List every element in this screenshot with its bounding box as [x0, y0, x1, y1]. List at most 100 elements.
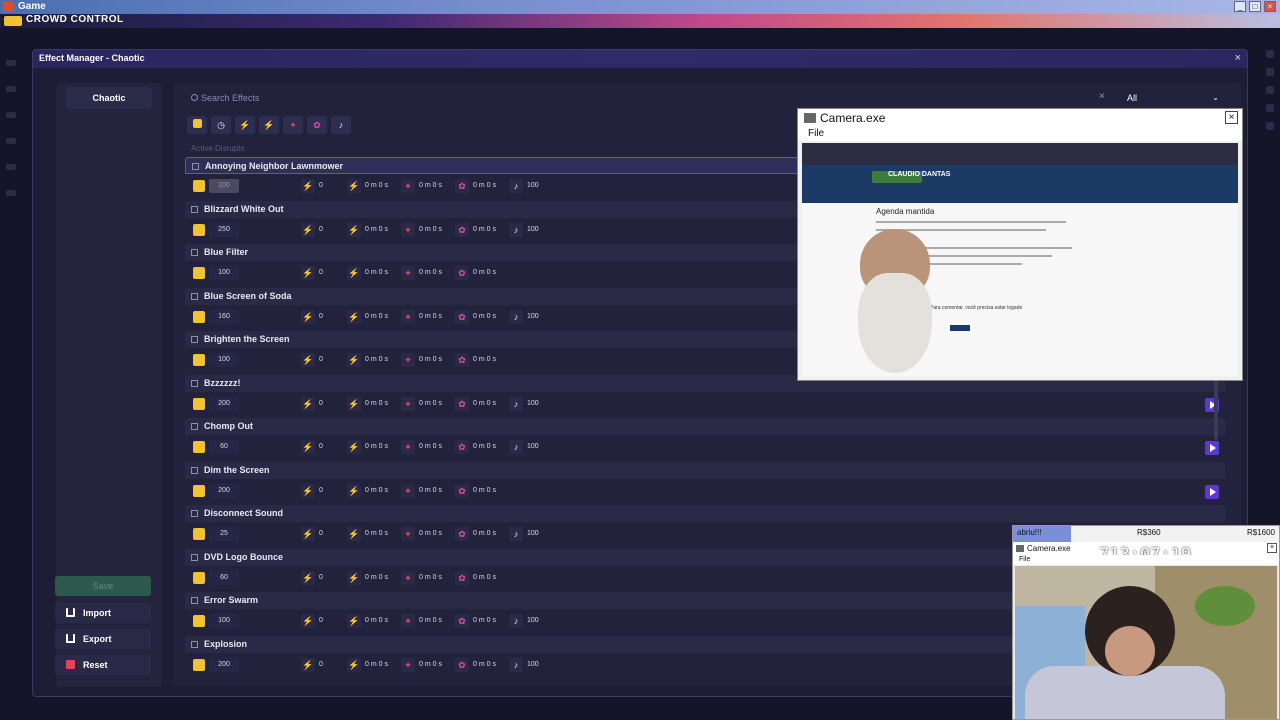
pink-value: 0 m 0 s [473, 356, 496, 363]
ticker-message: abriu!!! [1017, 528, 1042, 537]
effect-name: Disconnect Sound [204, 508, 284, 518]
red-value: 0 m 0 s [419, 182, 442, 189]
volume-filter-icon[interactable]: ♪ [331, 116, 351, 134]
pink-value: 0 m 0 s [473, 486, 496, 494]
file-menu[interactable]: File [1013, 555, 1279, 565]
export-button[interactable]: Export [55, 629, 151, 649]
effect-row[interactable]: Dim the Screen 200 ⚡ 0 ⚡ 0 m 0 s ✦ 0 m 0 s … [185, 461, 1225, 504]
browser-top [802, 143, 1238, 165]
cost-input[interactable]: 100 [209, 179, 239, 193]
search-input[interactable]: Search Effects [185, 89, 1115, 107]
cost-input[interactable]: 250 [209, 222, 239, 237]
cooldown-value: 0 m 0 s [365, 225, 388, 233]
tab-chaotic[interactable]: Chaotic [66, 87, 152, 109]
lightning-icon: ⚡ [301, 222, 315, 237]
strip-icon[interactable] [1266, 122, 1274, 130]
cost-input[interactable]: 200 [209, 396, 239, 411]
close-icon[interactable]: × [1235, 52, 1241, 64]
stack-value: 0 [319, 399, 323, 407]
sparkle-lightning-filter-icon[interactable]: ⚡ [259, 116, 279, 134]
coin-icon [193, 615, 205, 627]
play-button[interactable] [1205, 441, 1219, 455]
export-icon [66, 634, 75, 643]
cost-input[interactable]: 160 [209, 309, 239, 324]
minimize-button[interactable]: _ [1234, 1, 1246, 12]
coin-icon [193, 397, 205, 410]
effect-type-icon [191, 597, 198, 604]
effect-type-icon [192, 163, 199, 170]
lightning-icon: ⚡ [301, 353, 315, 367]
stack-value: 0 [319, 182, 323, 189]
strip-icon[interactable] [6, 138, 16, 144]
close-icon[interactable]: × [1225, 111, 1238, 124]
reset-button[interactable]: Reset [55, 655, 151, 675]
ticker-goal-current: R$360 [1137, 528, 1161, 537]
clear-search-icon[interactable]: × [1099, 91, 1105, 102]
effect-row[interactable]: Chomp Out 60 ⚡ 0 ⚡ 0 m 0 s ✦ 0 m 0 s ✿ 0 m 0… [185, 418, 1225, 460]
cost-input[interactable]: 100 [209, 353, 239, 367]
close-icon[interactable]: × [1267, 543, 1277, 553]
cost-input[interactable]: 60 [209, 570, 239, 585]
cost-input[interactable]: 200 [209, 657, 239, 672]
window-controls: _ □ × [1234, 1, 1276, 12]
effect-header[interactable]: Chomp Out [185, 418, 1225, 435]
strip-icon[interactable] [6, 86, 16, 92]
red-effect-icon: ✦ [401, 222, 415, 237]
coin-filter-icon[interactable] [187, 116, 207, 134]
pink-value: 0 m 0 s [473, 312, 496, 320]
camera-title: Camera.exe [820, 111, 886, 125]
strip-icon[interactable] [6, 112, 16, 118]
file-menu[interactable]: File [798, 127, 1242, 141]
pink-effect-icon: ✿ [455, 309, 469, 324]
stack-value: 0 [319, 660, 323, 668]
strip-icon[interactable] [6, 190, 16, 196]
cooldown-value: 0 m 0 s [365, 356, 388, 363]
strip-icon[interactable] [1266, 50, 1274, 58]
right-icon-strip [1260, 40, 1280, 420]
coin-icon [193, 223, 205, 236]
effect-header[interactable]: Dim the Screen [185, 461, 1225, 479]
strip-icon[interactable] [1266, 68, 1274, 76]
stack-value: 0 [319, 530, 323, 537]
pink-effect-icon: ✿ [455, 396, 469, 411]
stack-value: 0 [319, 486, 323, 494]
camera-window-2: abriu!!! R$360 R$1600 Camera.exe 713:07:… [1012, 525, 1280, 720]
strip-icon[interactable] [1266, 86, 1274, 94]
camera-title: Camera.exe [1027, 544, 1071, 553]
manager-title: Effect Manager - Chaotic [39, 53, 145, 63]
section-label: Active Disrupts [191, 144, 245, 153]
coin-icon [193, 180, 205, 192]
import-button[interactable]: Import [55, 603, 151, 623]
cooldown-value: 0 m 0 s [365, 182, 388, 189]
maximize-button[interactable]: □ [1249, 1, 1261, 12]
save-button[interactable]: Save [55, 576, 151, 596]
lightning-icon: ⚡ [301, 614, 315, 628]
pink-effect-icon: ✿ [455, 440, 469, 454]
cost-input[interactable]: 100 [209, 266, 239, 280]
sparkle-lightning-icon: ⚡ [347, 483, 361, 498]
strip-icon[interactable] [1266, 104, 1274, 112]
effect-name: Brighten the Screen [204, 334, 290, 344]
strip-icon[interactable] [6, 60, 16, 66]
pink-effect-filter-icon[interactable]: ✿ [307, 116, 327, 134]
volume-icon: ♪ [509, 657, 523, 672]
red-effect-icon: ✦ [401, 483, 415, 498]
close-window-button[interactable]: × [1264, 1, 1276, 12]
strip-icon[interactable] [6, 164, 16, 170]
manager-header: Effect Manager - Chaotic × [33, 50, 1247, 68]
effect-header[interactable]: Disconnect Sound [185, 505, 1225, 522]
clock-filter-icon[interactable]: ◷ [211, 116, 231, 134]
pink-effect-icon: ✿ [455, 266, 469, 280]
cost-input[interactable]: 25 [209, 527, 239, 541]
effect-name: Annoying Neighbor Lawnmower [205, 161, 344, 171]
red-effect-icon: ✦ [401, 527, 415, 541]
red-value: 0 m 0 s [419, 312, 442, 320]
category-filter-select[interactable]: All ⌄ [1127, 89, 1227, 107]
pink-value: 0 m 0 s [473, 573, 496, 581]
play-button[interactable] [1205, 484, 1219, 499]
lightning-filter-icon[interactable]: ⚡ [235, 116, 255, 134]
cost-input[interactable]: 60 [209, 440, 239, 454]
cost-input[interactable]: 200 [209, 483, 239, 498]
cost-input[interactable]: 100 [209, 614, 239, 628]
red-effect-filter-icon[interactable]: ✦ [283, 116, 303, 134]
